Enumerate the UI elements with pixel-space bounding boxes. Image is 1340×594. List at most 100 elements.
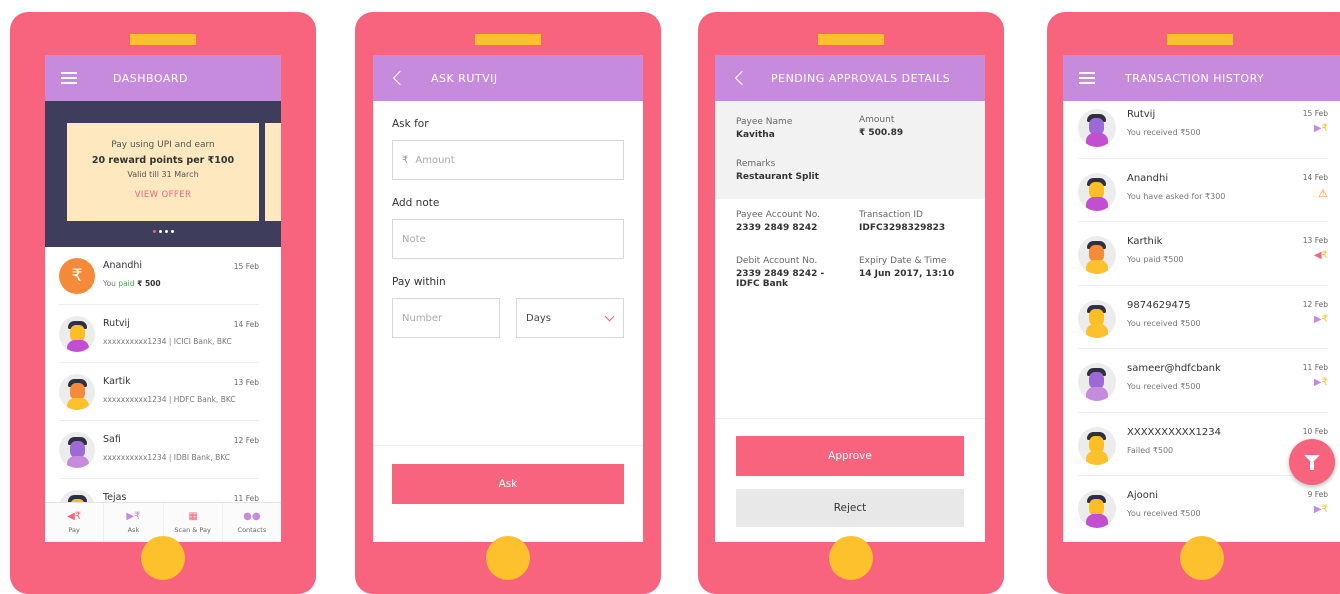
next-offer-card[interactable] xyxy=(265,123,281,221)
avatar xyxy=(1078,172,1116,211)
back-arrow-icon[interactable] xyxy=(734,70,750,86)
transaction-date: 10 Feb xyxy=(1302,426,1328,436)
avatar xyxy=(1078,299,1116,338)
contact-date: 14 Feb xyxy=(233,320,259,329)
warning-icon: ⚠ xyxy=(1318,186,1328,200)
transaction-row[interactable]: Karthik You paid ₹500 13 Feb ◀₹ xyxy=(1078,222,1328,286)
duration-unit-select[interactable]: Days xyxy=(516,298,624,338)
phone-speaker xyxy=(818,34,884,45)
tab-contacts[interactable]: ●● Contacts xyxy=(223,503,281,542)
phone-speaker xyxy=(1167,34,1233,45)
contact-row[interactable]: Kartik xxxxxxxxxx1234 | HDFC Bank, BKC 1… xyxy=(59,363,259,421)
tab-scan-pay[interactable]: ▦ Scan & Pay xyxy=(164,503,223,542)
payee-name: Kavitha xyxy=(736,130,775,140)
debit-account: 2339 2849 8242 - IDFC Bank xyxy=(736,269,825,289)
page-title: DASHBOARD xyxy=(113,71,189,85)
payee-account: 2339 2849 8242 xyxy=(736,223,818,233)
add-note-label: Add note xyxy=(392,197,440,209)
avatar xyxy=(1078,109,1116,147)
transaction-row[interactable]: Ajooni You received ₹500 9 Feb ▶₹ xyxy=(1078,476,1328,540)
back-arrow-icon[interactable] xyxy=(392,70,408,86)
phone-frame-dashboard: DASHBOARD Pay using UPI and earn 20 rewa… xyxy=(10,12,316,594)
tab-label: Pay xyxy=(68,526,80,534)
contacts-icon: ●● xyxy=(243,511,261,522)
carousel-dot[interactable] xyxy=(158,230,162,233)
tab-ask[interactable]: ▶₹ Ask xyxy=(104,503,164,542)
received-icon: ▶₹ xyxy=(1313,123,1328,134)
transaction-detail: You received ₹500 xyxy=(1127,382,1201,391)
contact-name: Anandhi xyxy=(103,260,143,271)
carousel-dot[interactable] xyxy=(164,230,168,233)
paid-icon: ◀₹ xyxy=(1313,250,1328,261)
transaction-row[interactable]: Anandhi You have asked for ₹300 14 Feb ⚠ xyxy=(1078,159,1328,222)
transaction-date: 12 Feb xyxy=(1302,299,1328,309)
tab-label: Scan & Pay xyxy=(174,526,211,534)
ask-footer: Ask xyxy=(373,445,643,542)
remarks-field: Remarks Restaurant Split xyxy=(736,159,819,182)
transaction-detail: Failed ₹500 xyxy=(1127,445,1174,455)
debit-account-field: Debit Account No. 2339 2849 8242 - IDFC Ba… xyxy=(736,256,825,289)
page-title: ASK RUTVIJ xyxy=(431,71,498,85)
contact-row[interactable]: ₹ Anandhi You paid ₹ 500 15 Feb xyxy=(59,247,259,305)
qr-code-icon: ▦ xyxy=(188,511,197,522)
avatar xyxy=(1078,490,1116,528)
home-button[interactable] xyxy=(486,536,530,580)
transaction-party: 9874629475 xyxy=(1127,299,1191,311)
transaction-row[interactable]: 9874629475 You received ₹500 12 Feb ▶₹ xyxy=(1078,286,1328,349)
expiry-field: Expiry Date & Time 14 Jun 2017, 13:10 xyxy=(859,256,955,279)
reject-button[interactable]: Reject xyxy=(736,489,964,527)
tab-label: Ask xyxy=(127,526,140,534)
hamburger-menu-icon[interactable] xyxy=(61,69,77,88)
carousel-dot[interactable] xyxy=(170,230,174,233)
avatar xyxy=(1078,426,1116,465)
amount-placeholder: Amount xyxy=(415,154,455,166)
payee-name-field: Payee Name Kavitha xyxy=(736,117,793,140)
transaction-party: Karthik xyxy=(1127,236,1163,247)
transaction-party: XXXXXXXXXX1234 xyxy=(1127,426,1221,438)
pay-within-label: Pay within xyxy=(392,276,446,288)
ask-rupee-icon: ▶₹ xyxy=(126,511,141,522)
app-header: DASHBOARD xyxy=(45,55,281,101)
received-icon: ▶₹ xyxy=(1313,377,1328,388)
app-header: PENDING APPROVALS DETAILS xyxy=(715,55,985,101)
transaction-party: Rutvij xyxy=(1127,109,1156,120)
home-button[interactable] xyxy=(1180,536,1224,580)
note-input[interactable]: Note xyxy=(392,219,624,259)
amount-input[interactable]: ₹ Amount xyxy=(392,140,624,180)
amount-value: ₹ 500.89 xyxy=(859,128,904,138)
account-details: Payee Account No. 2339 2849 8242 Transact… xyxy=(715,199,985,319)
transaction-date: 13 Feb xyxy=(1302,236,1328,245)
ask-button[interactable]: Ask xyxy=(392,464,624,504)
hamburger-menu-icon[interactable] xyxy=(1079,69,1095,88)
carousel-dot[interactable] xyxy=(152,230,156,233)
transaction-row[interactable]: sameer@hdfcbank You received ₹500 11 Feb… xyxy=(1078,349,1328,413)
offer-line-2: 20 reward points per ₹100 xyxy=(91,155,235,166)
number-input[interactable]: Number xyxy=(392,298,500,338)
dashboard-screen: DASHBOARD Pay using UPI and earn 20 rewa… xyxy=(45,55,281,542)
payee-account-field: Payee Account No. 2339 2849 8242 xyxy=(736,210,820,233)
tab-label: Contacts xyxy=(237,526,267,534)
transaction-date: 9 Feb xyxy=(1307,490,1328,499)
contact-row[interactable]: Rutvij xxxxxxxxxx1234 | ICICI Bank, BKC … xyxy=(59,305,259,363)
home-button[interactable] xyxy=(141,536,185,580)
transaction-date: 11 Feb xyxy=(1302,363,1328,372)
transaction-row[interactable]: Rutvij You received ₹500 15 Feb ▶₹ xyxy=(1078,95,1328,159)
avatar xyxy=(59,316,95,352)
transaction-id-field: Transaction ID IDFC3298329823 xyxy=(859,210,946,233)
transaction-detail: You paid ₹500 xyxy=(1127,255,1184,264)
note-placeholder: Note xyxy=(402,233,426,245)
home-button[interactable] xyxy=(829,536,873,580)
contact-date: 12 Feb xyxy=(233,436,259,445)
app-header: ASK RUTVIJ xyxy=(373,55,643,101)
tab-pay[interactable]: ◀₹ Pay xyxy=(45,503,105,542)
pay-within-row: Number Days xyxy=(392,298,624,338)
view-offer-link[interactable]: VIEW OFFER xyxy=(67,190,259,200)
approve-button[interactable]: Approve xyxy=(736,436,964,476)
transaction-detail: You received ₹500 xyxy=(1127,128,1201,137)
contact-detail: xxxxxxxxxx1234 | HDFC Bank, BKC xyxy=(103,395,236,404)
offer-card[interactable]: Pay using UPI and earn 20 reward points … xyxy=(67,123,259,221)
contact-detail: xxxxxxxxxx1234 | IDBI Bank, BKC xyxy=(103,453,230,462)
filter-fab-button[interactable] xyxy=(1289,439,1335,485)
transaction-party: Anandhi xyxy=(1127,172,1169,184)
contact-row[interactable]: Safi xxxxxxxxxx1234 | IDBI Bank, BKC 12 … xyxy=(59,421,259,479)
